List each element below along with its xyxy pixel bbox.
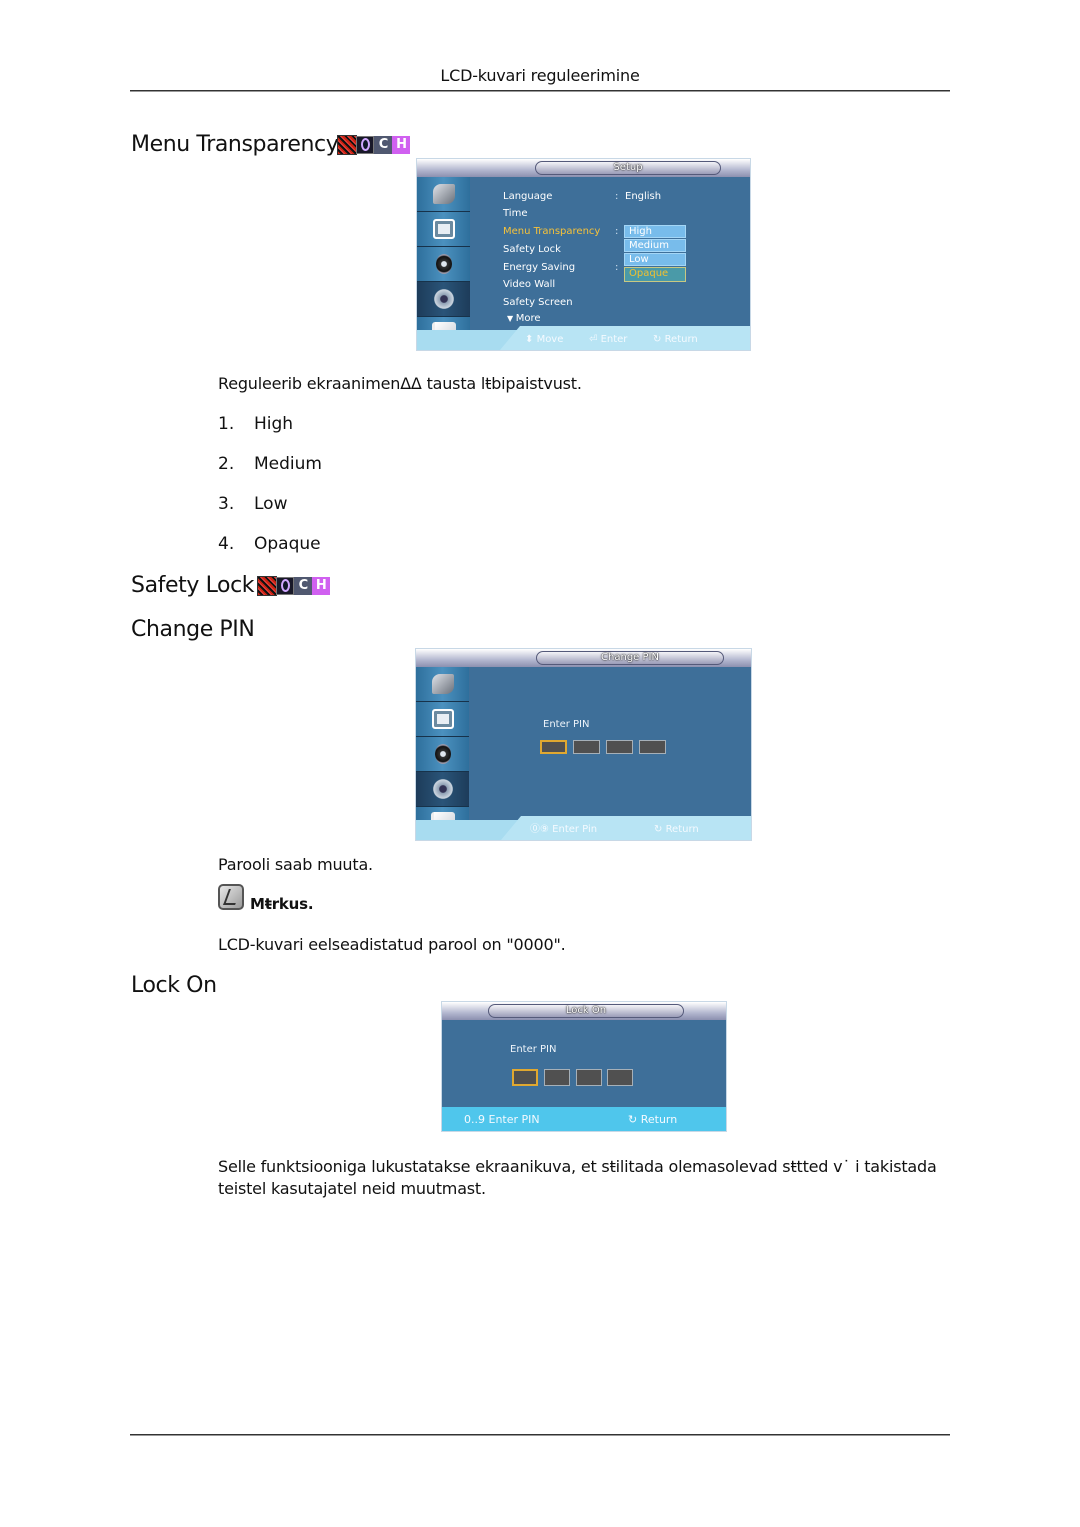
footer-rule bbox=[130, 1434, 950, 1436]
sidebar-picture[interactable] bbox=[417, 212, 470, 247]
picture-icon bbox=[431, 709, 454, 729]
menu-item-energy-saving[interactable]: Energy Saving bbox=[503, 262, 575, 273]
move-hint: ⬍ Move bbox=[525, 334, 564, 345]
availability-badges: C H bbox=[337, 134, 411, 155]
section-heading-change-pin: Change PIN bbox=[131, 617, 255, 642]
o-badge-icon bbox=[356, 135, 375, 154]
osd-sidebar bbox=[417, 177, 470, 350]
sidebar-picture[interactable] bbox=[416, 702, 469, 737]
menu-item-language[interactable]: Language bbox=[503, 191, 552, 202]
sidebar-sound[interactable] bbox=[416, 737, 469, 772]
magic-info-badge-icon bbox=[257, 575, 278, 596]
colon: : bbox=[615, 191, 619, 202]
sound-icon bbox=[434, 744, 451, 764]
transparency-dropdown[interactable]: High Medium Low Opaque bbox=[624, 225, 686, 283]
change-pin-osd-screen: Change PIN Enter PIN ⓪⑨ Enter Pin ↻ Retu… bbox=[415, 648, 752, 841]
language-value: English bbox=[625, 191, 662, 202]
picture-icon bbox=[432, 219, 455, 239]
pin-digit-3[interactable] bbox=[576, 1069, 602, 1086]
h-badge-icon: H bbox=[392, 135, 411, 154]
section-heading-menu-transparency: Menu Transparency C H bbox=[131, 132, 411, 157]
menu-transparency-description: Reguleerib ekraanimenΔΔ tausta lŧbipaist… bbox=[218, 374, 582, 393]
digits-hint: ⓪⑨ Enter Pin bbox=[530, 824, 598, 835]
o-badge-icon bbox=[276, 576, 295, 595]
pin-digit-1[interactable] bbox=[540, 740, 567, 754]
tools-icon bbox=[432, 184, 455, 204]
pin-digit-1[interactable] bbox=[512, 1069, 538, 1086]
pin-digit-2[interactable] bbox=[544, 1069, 570, 1086]
dropdown-option-high[interactable]: High bbox=[624, 225, 686, 238]
change-pin-description: Parooli saab muuta. bbox=[218, 855, 373, 874]
osd-title: Setup bbox=[535, 161, 721, 175]
return-icon: ↻ bbox=[653, 334, 665, 345]
menu-item-video-wall[interactable]: Video Wall bbox=[503, 279, 555, 290]
enter-pin-label: Enter PIN bbox=[510, 1044, 557, 1055]
pin-digit-3[interactable] bbox=[606, 740, 633, 754]
return-hint: ↻ Return bbox=[628, 1113, 678, 1126]
availability-badges: C H bbox=[257, 575, 331, 596]
magic-info-badge-icon bbox=[337, 134, 358, 155]
more-label: More bbox=[515, 313, 541, 324]
list-item: 4. Opaque bbox=[218, 534, 321, 554]
dropdown-option-opaque[interactable]: Opaque bbox=[624, 267, 686, 282]
sidebar-setup[interactable] bbox=[416, 772, 469, 807]
osd-title: Change PIN bbox=[536, 651, 724, 665]
return-icon: ↻ bbox=[654, 824, 666, 835]
pin-digit-4[interactable] bbox=[639, 740, 666, 754]
heading-text: Safety Lock bbox=[131, 573, 255, 598]
colon: : bbox=[615, 226, 619, 237]
running-header: LCD-kuvari reguleerimine bbox=[440, 66, 640, 85]
pin-digit-4[interactable] bbox=[607, 1069, 633, 1086]
sidebar-tools[interactable] bbox=[416, 667, 469, 702]
c-badge-icon: C bbox=[294, 576, 313, 595]
lock-on-description: Selle funktsiooniga lukustatakse ekraani… bbox=[218, 1157, 937, 1198]
h-badge-icon: H bbox=[312, 576, 331, 595]
setup-gear-icon bbox=[431, 287, 456, 311]
list-item: 2. Medium bbox=[218, 454, 322, 474]
return-hint: ↻ Return bbox=[654, 824, 699, 835]
sound-icon bbox=[435, 254, 452, 274]
header-rule bbox=[130, 90, 950, 92]
colon: : bbox=[615, 262, 619, 273]
tools-icon bbox=[431, 674, 454, 694]
heading-text: Menu Transparency bbox=[131, 132, 339, 157]
note-label: Mŧrkus. bbox=[250, 895, 314, 913]
menu-item-menu-transparency[interactable]: Menu Transparency bbox=[503, 226, 600, 237]
digit-keys-icon: ⓪⑨ bbox=[530, 824, 553, 835]
osd-sidebar bbox=[416, 667, 469, 840]
updown-icon: ⬍ bbox=[525, 334, 537, 345]
section-heading-lock-on: Lock On bbox=[131, 973, 217, 998]
pin-digit-2[interactable] bbox=[573, 740, 600, 754]
dropdown-option-medium[interactable]: Medium bbox=[624, 239, 686, 252]
sidebar-setup[interactable] bbox=[417, 282, 470, 317]
lock-on-osd-screen: Lock On Enter PIN 0..9 Enter PIN ↻ Retur… bbox=[441, 1001, 727, 1132]
return-hint: ↻ Return bbox=[653, 334, 698, 345]
menu-item-time[interactable]: Time bbox=[503, 208, 527, 219]
enter-icon: ⏎ bbox=[589, 334, 601, 345]
section-heading-safety-lock: Safety Lock C H bbox=[131, 573, 331, 598]
osd-title: Lock On bbox=[488, 1004, 684, 1018]
menu-item-safety-screen[interactable]: Safety Screen bbox=[503, 297, 573, 308]
enter-hint: ⏎ Enter bbox=[589, 334, 628, 345]
list-item: 1. High bbox=[218, 414, 294, 434]
setup-osd-screen: Setup Language : English Time Menu Trans… bbox=[416, 158, 751, 351]
sidebar-sound[interactable] bbox=[417, 247, 470, 282]
arrow-down-icon: ▼ bbox=[507, 314, 516, 323]
c-badge-icon: C bbox=[374, 135, 393, 154]
menu-item-safety-lock[interactable]: Safety Lock bbox=[503, 244, 561, 255]
menu-item-more[interactable]: ▼ More bbox=[507, 313, 541, 324]
setup-gear-icon bbox=[430, 777, 455, 801]
note-text: LCD-kuvari eelseadistatud parool on "000… bbox=[218, 935, 566, 954]
digits-hint: 0..9 Enter PIN bbox=[464, 1113, 540, 1126]
enter-pin-label: Enter PIN bbox=[543, 719, 590, 730]
list-item: 3. Low bbox=[218, 494, 288, 514]
return-icon: ↻ bbox=[628, 1113, 641, 1126]
digit-keys-icon: 0..9 bbox=[464, 1113, 485, 1126]
dropdown-option-low[interactable]: Low bbox=[624, 253, 686, 266]
sidebar-tools[interactable] bbox=[417, 177, 470, 212]
note-icon bbox=[218, 884, 244, 910]
